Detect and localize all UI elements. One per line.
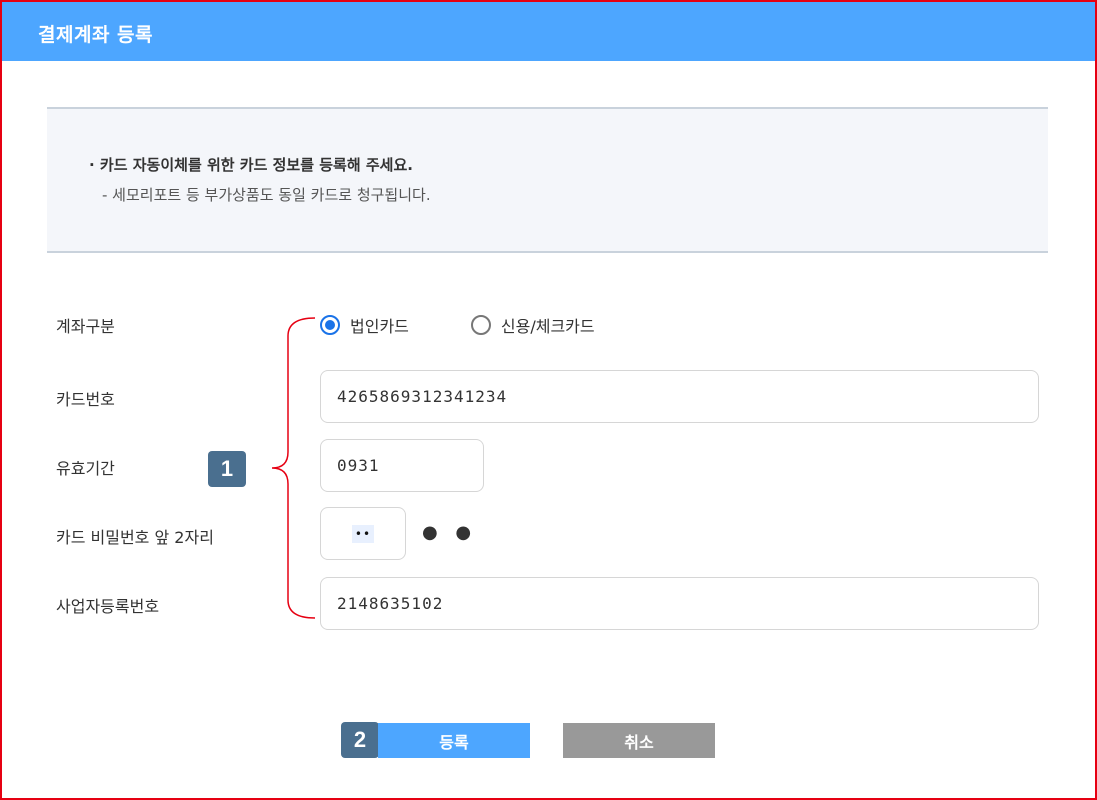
expiry-input[interactable]: 0931 [320, 439, 484, 492]
annotation-badge-1: 1 [208, 451, 246, 487]
annotation-badge-2: 2 [341, 722, 379, 758]
card-pin-input[interactable]: •• [320, 507, 406, 560]
card-number-label: 카드번호 [56, 390, 115, 409]
card-pin-value: •• [351, 524, 375, 543]
radio-corporate-card-label: 법인카드 [350, 317, 409, 336]
notice-line-2: - 세모리포트 등 부가상품도 동일 카드로 청구됩니다. [102, 186, 431, 204]
card-number-input[interactable]: 4265869312341234 [320, 370, 1039, 423]
notice-box: · 카드 자동이체를 위한 카드 정보를 등록해 주세요. - 세모리포트 등 … [47, 107, 1048, 253]
cancel-button[interactable]: 취소 [563, 723, 715, 758]
radio-corporate-card[interactable]: 법인카드 [320, 313, 409, 337]
dialog-title: 결제계좌 등록 [38, 24, 153, 46]
business-number-label: 사업자등록번호 [56, 597, 160, 616]
radio-checked-icon [320, 315, 340, 335]
account-type-label: 계좌구분 [56, 317, 115, 336]
business-number-input[interactable]: 2148635102 [320, 577, 1039, 630]
submit-button[interactable]: 등록 [378, 723, 530, 758]
notice-line-1: · 카드 자동이체를 위한 카드 정보를 등록해 주세요. [89, 156, 413, 174]
card-pin-masked-suffix: ● ● [422, 522, 478, 543]
account-type-radio-group: 법인카드 신용/체크카드 [320, 312, 657, 338]
radio-credit-check-card[interactable]: 신용/체크카드 [470, 313, 595, 337]
card-pin-label: 카드 비밀번호 앞 2자리 [56, 528, 214, 547]
dialog-header: 결제계좌 등록 [2, 2, 1095, 61]
expiry-label: 유효기간 [56, 459, 115, 478]
radio-unchecked-icon [470, 315, 491, 335]
radio-credit-check-card-label: 신용/체크카드 [500, 317, 595, 336]
annotation-bracket [271, 317, 316, 619]
